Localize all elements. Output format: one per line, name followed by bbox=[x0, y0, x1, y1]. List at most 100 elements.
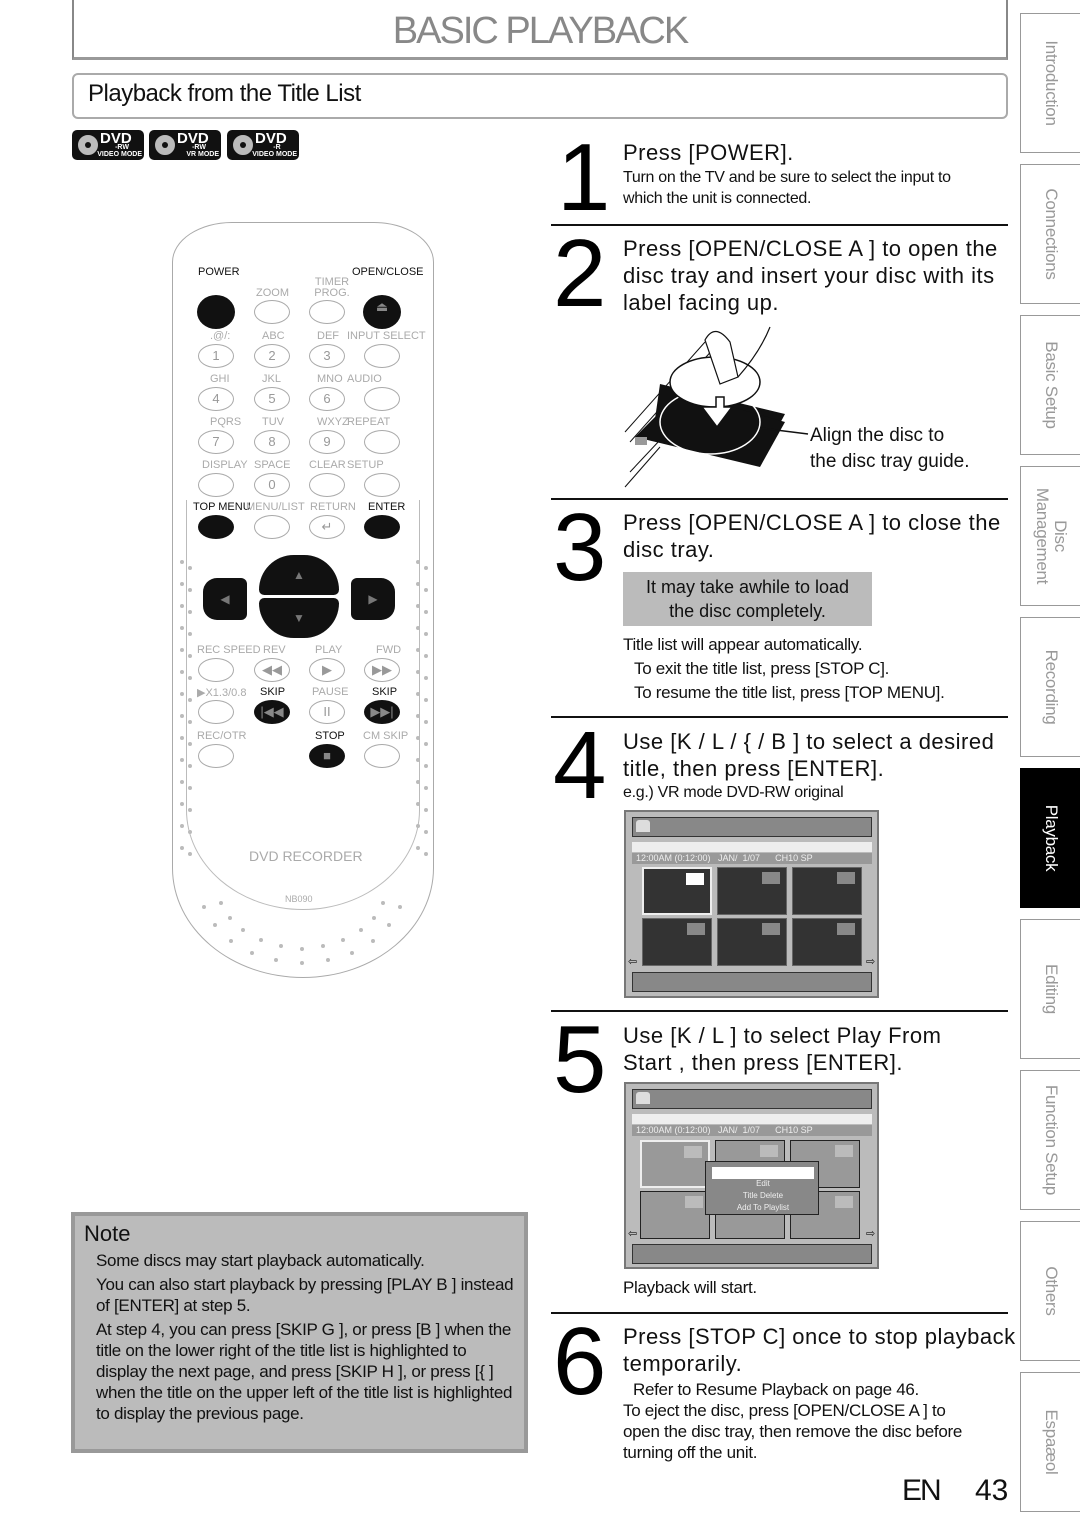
texture-dot bbox=[180, 802, 184, 806]
title-thumbnail[interactable] bbox=[642, 918, 712, 966]
step-text: Refer to Resume Playback on page 46. To … bbox=[623, 1380, 963, 1462]
remote-button-input-select[interactable] bbox=[364, 344, 400, 368]
texture-dot bbox=[416, 582, 420, 586]
remote-label-setup: SETUP bbox=[347, 459, 384, 471]
texture-dot bbox=[416, 560, 420, 564]
step-heading: Press [STOP C] once to stop playback temp… bbox=[623, 1324, 1016, 1376]
pause-button[interactable]: II bbox=[309, 700, 345, 724]
stop-button[interactable]: ■ bbox=[309, 744, 345, 768]
title-menu-screen: 12:00AM (0:12:00) JAN/ 1/07 CH10 SP Edit… bbox=[624, 1082, 879, 1269]
texture-dot bbox=[300, 960, 304, 965]
chapter-tab-label: Recording bbox=[1042, 649, 1061, 725]
texture-dot bbox=[325, 957, 330, 962]
zoom-button[interactable] bbox=[254, 300, 290, 324]
texture-dot bbox=[424, 830, 428, 834]
remote-label-power: POWER bbox=[198, 266, 240, 278]
left-button[interactable]: ◀ bbox=[203, 578, 247, 620]
return-button[interactable]: ↵ bbox=[309, 515, 345, 539]
prev-page-icon[interactable]: ⇦ bbox=[628, 1227, 637, 1240]
menu-list-button[interactable] bbox=[254, 515, 290, 539]
texture-dot bbox=[250, 950, 255, 955]
play-button[interactable]: ▶ bbox=[309, 658, 345, 682]
chapter-tab-function-setup[interactable]: Function Setup bbox=[1020, 1070, 1080, 1210]
x13-button[interactable] bbox=[198, 700, 234, 724]
title-thumbnail[interactable] bbox=[642, 867, 712, 915]
skip-fwd-button[interactable]: ▶▶| bbox=[364, 700, 400, 724]
title-thumbnail[interactable] bbox=[640, 1191, 710, 1239]
digit-4-button[interactable]: 4 bbox=[198, 387, 234, 411]
chapter-tab-editing[interactable]: Editing bbox=[1020, 919, 1080, 1059]
chapter-tab-recording[interactable]: Recording bbox=[1020, 617, 1080, 757]
digit-0-button[interactable]: 0 bbox=[254, 473, 290, 497]
remote-button-display[interactable] bbox=[198, 473, 234, 497]
digit-9-button[interactable]: 9 bbox=[309, 430, 345, 454]
popup-item-title-delete[interactable]: Title Delete bbox=[706, 1191, 820, 1200]
timer-prog-button[interactable] bbox=[309, 300, 345, 324]
next-page-icon[interactable]: ⇨ bbox=[866, 955, 875, 968]
remote-label-menu-list: MENU/LIST bbox=[246, 501, 305, 513]
digit-5-button[interactable]: 5 bbox=[254, 387, 290, 411]
chapter-tab-label: Disc Management bbox=[1033, 487, 1070, 585]
popup-item-play-from-start[interactable] bbox=[712, 1167, 814, 1179]
step-text: Turn on the TV and be sure to select the… bbox=[623, 169, 951, 207]
section-title: Playback from the Title List bbox=[88, 80, 361, 107]
remote-button-setup[interactable] bbox=[364, 473, 400, 497]
top-menu-button[interactable] bbox=[198, 515, 234, 539]
texture-dot bbox=[416, 692, 420, 696]
texture-dot bbox=[180, 846, 184, 850]
enter-button[interactable] bbox=[364, 515, 400, 539]
chapter-tab-disc-management[interactable]: Disc Management bbox=[1020, 466, 1080, 606]
remote-label-tuv: TUV bbox=[262, 416, 284, 428]
remote-button-clear[interactable] bbox=[309, 473, 345, 497]
remote-label-space: SPACE bbox=[254, 459, 291, 471]
popup-item-edit[interactable]: Edit bbox=[706, 1179, 820, 1188]
texture-dot bbox=[180, 604, 184, 608]
cm-skip-button[interactable] bbox=[364, 744, 400, 768]
popup-item-add-to-playlist[interactable]: Add To Playlist bbox=[706, 1203, 820, 1212]
digit-8-button[interactable]: 8 bbox=[254, 430, 290, 454]
remote-label-pause: PAUSE bbox=[312, 686, 349, 698]
remote-button-audio[interactable] bbox=[364, 387, 400, 411]
digit-1-button[interactable]: 1 bbox=[198, 344, 234, 368]
remote-label-audio: AUDIO bbox=[347, 373, 382, 385]
texture-dot bbox=[416, 802, 420, 806]
remote-label-repeat: REPEAT bbox=[347, 416, 391, 428]
title-thumbnail[interactable] bbox=[717, 867, 787, 915]
texture-dot bbox=[188, 654, 192, 658]
digit-7-button[interactable]: 7 bbox=[198, 430, 234, 454]
chapter-tab-connections[interactable]: Connections bbox=[1020, 164, 1080, 304]
disc-icon bbox=[636, 820, 650, 832]
chapter-tab-introduction[interactable]: Introduction bbox=[1020, 13, 1080, 153]
title-thumbnail[interactable] bbox=[717, 918, 787, 966]
texture-dot bbox=[180, 692, 184, 696]
chapter-tab-espaæol[interactable]: Espaæol bbox=[1020, 1372, 1080, 1512]
step-number: 3 bbox=[553, 494, 607, 601]
next-page-icon[interactable]: ⇨ bbox=[866, 1227, 875, 1240]
remote-button-repeat[interactable] bbox=[364, 430, 400, 454]
title-popup-menu: Edit Title Delete Add To Playlist bbox=[705, 1161, 819, 1215]
note-title: Note bbox=[84, 1221, 131, 1246]
step-heading: Use [K / L ] to select Play From Start , … bbox=[623, 1023, 942, 1075]
remote-label-ghi: GHI bbox=[210, 373, 230, 385]
fwd-button[interactable]: ▶▶ bbox=[364, 658, 400, 682]
digit-6-button[interactable]: 6 bbox=[309, 387, 345, 411]
rev-button[interactable]: ◀◀ bbox=[254, 658, 290, 682]
texture-dot bbox=[180, 560, 184, 564]
chapter-tab-basic-setup[interactable]: Basic Setup bbox=[1020, 315, 1080, 455]
chapter-tab-playback[interactable]: Playback bbox=[1020, 768, 1080, 908]
power-button[interactable] bbox=[197, 295, 235, 329]
right-button[interactable]: ▶ bbox=[351, 578, 395, 620]
skip-back-button[interactable]: |◀◀ bbox=[254, 700, 290, 724]
rec-speed-button[interactable] bbox=[198, 658, 234, 682]
prev-page-icon[interactable]: ⇦ bbox=[628, 955, 637, 968]
title-thumbnail[interactable] bbox=[792, 918, 862, 966]
digit-3-button[interactable]: 3 bbox=[309, 344, 345, 368]
digit-2-button[interactable]: 2 bbox=[254, 344, 290, 368]
chapter-tab-others[interactable]: Others bbox=[1020, 1221, 1080, 1361]
title-info: 12:00AM (0:12:00) JAN/ 1/07 CH10 SP bbox=[632, 853, 872, 864]
open-close-button[interactable]: ⏏ bbox=[363, 295, 401, 329]
disc-icon bbox=[636, 1092, 650, 1104]
title-thumbnail[interactable] bbox=[640, 1140, 710, 1188]
title-thumbnail[interactable] bbox=[792, 867, 862, 915]
rec-otr-button[interactable] bbox=[198, 744, 234, 768]
